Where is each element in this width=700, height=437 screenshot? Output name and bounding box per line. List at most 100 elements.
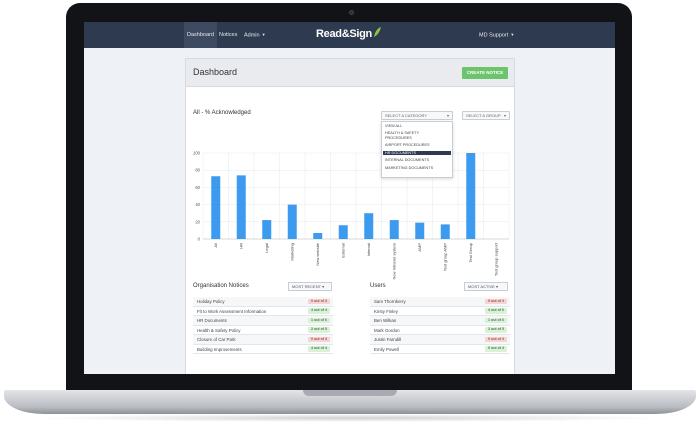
org-notices-title: Organisation Notices [193, 283, 249, 289]
chevron-down-icon: ▾ [446, 113, 449, 118]
list-item-label: Fit to Work Assessment Information [197, 308, 267, 314]
x-tick-label: New Intranet system [391, 242, 396, 279]
list-item[interactable]: Sam Thornberry 0 out of 3 [370, 297, 510, 307]
chevron-down-icon: ▾ [322, 284, 325, 289]
chevron-down-icon: ▾ [495, 284, 498, 289]
chart-bar [389, 220, 399, 239]
chart-bar [313, 232, 323, 239]
list-item-label: Health & Safety Policy [197, 327, 241, 333]
camera [349, 10, 354, 15]
y-tick-label: 100 [193, 151, 201, 156]
users-filter-value: MOST ACTIVE [468, 284, 495, 289]
nav-admin-label: Admin [244, 32, 260, 39]
chart-bar [364, 213, 374, 239]
x-tick-label: HR [238, 243, 243, 249]
list-item-label: Sam Thornberry [374, 299, 406, 304]
x-tick-label: Marketing [289, 243, 294, 261]
status-badge: 0 out of 4 [485, 346, 507, 352]
status-badge: 0 out of 3 [485, 298, 507, 305]
x-tick-label: All [213, 243, 218, 248]
chart-bar [338, 225, 348, 239]
dropdown-option[interactable]: PROCEDURES [383, 136, 451, 141]
group-select-value: SELECT A GROUP [466, 113, 501, 118]
list-item-label: Ben Wilkan [374, 318, 397, 323]
x-tick-label: Test group AMP [442, 243, 447, 272]
dashboard-panel: Dashboard CREATE NOTICE All - % Acknowle… [185, 58, 515, 374]
nav-dashboard[interactable]: Dashboard [184, 22, 217, 48]
x-tick-label: External [340, 243, 345, 258]
group-select[interactable]: SELECT A GROUP ▾ [462, 111, 510, 120]
x-tick-label: Test Group [468, 242, 473, 262]
y-tick-label: 20 [195, 219, 200, 224]
x-tick-label: Legal [264, 243, 269, 253]
chart-bar [236, 175, 246, 239]
list-item[interactable]: Fit to Work Assessment Information 4 out … [193, 306, 333, 316]
status-badge: 2 out of 5 [485, 327, 507, 333]
users-filter[interactable]: MOST ACTIVE ▾ [464, 282, 508, 291]
acknowledged-bar-chart: 0 20 40 60 80 100 All HR Legal Marketing New websi… [193, 151, 510, 279]
status-badge: 1 out of 6 [485, 317, 507, 324]
brand-logo[interactable]: Read&Sign [316, 28, 372, 40]
dropdown-option[interactable]: AIRPORT PROCEDURES [383, 143, 451, 148]
list-item-label: Building Improvements [197, 346, 242, 352]
users-list: Sam Thornberry 0 out of 3 Kirsty Finley 4 o… [370, 297, 510, 354]
list-item-label: Holiday Policy [197, 299, 225, 304]
org-notices-list: Holiday Policy 0 out of 3 Fit to Work Asse… [193, 297, 333, 354]
x-tick-label: Test group support [493, 242, 498, 276]
x-tick-label: New website [315, 242, 320, 265]
list-item-label: Kirsty Finley [374, 308, 398, 314]
list-item[interactable]: Mark Gordon 2 out of 5 [370, 325, 510, 335]
users-title: Users [370, 283, 386, 289]
status-badge: 0 out of 3 [485, 336, 507, 343]
list-item-label: HR Documents [197, 318, 227, 323]
user-menu[interactable]: MD Support ▼ [476, 22, 517, 48]
chart-bar [415, 222, 425, 239]
list-item[interactable]: Health & Safety Policy 2 out of 5 [193, 325, 333, 335]
y-tick-label: 60 [195, 185, 200, 190]
x-tick-label: AMP [417, 243, 422, 252]
status-badge: 0 out of 3 [308, 298, 330, 305]
list-item[interactable]: Ben Wilkan 1 out of 6 [370, 316, 510, 326]
chart-bar [287, 204, 297, 239]
status-badge: 4 out of 4 [308, 308, 330, 314]
list-item[interactable]: Closure of Car Park 0 out of 3 [193, 335, 333, 345]
org-notices-filter[interactable]: MOST RECENT ▾ [288, 282, 332, 291]
status-badge: 4 out of 4 [308, 346, 330, 352]
dropdown-option[interactable]: INTERNAL DOCUMENTS [383, 158, 451, 163]
y-tick-label: 40 [195, 202, 200, 207]
y-tick-label: 0 [198, 237, 201, 242]
nav-admin[interactable]: Admin ▼ [241, 22, 269, 48]
chevron-down-icon: ▼ [261, 32, 266, 37]
list-item[interactable]: Holiday Policy 0 out of 3 [193, 297, 333, 307]
list-item[interactable]: HR Documents 1 out of 6 [193, 316, 333, 326]
top-nav: Dashboard Notices Admin ▼ Read&Sign MD Su… [84, 22, 615, 48]
list-item-label: Emily Powell [374, 346, 399, 352]
category-select[interactable]: SELECT A CATEGORY ▾ [381, 111, 453, 120]
list-item[interactable]: Kirsty Finley 4 out of 6 [370, 306, 510, 316]
dropdown-option[interactable]: VIEW ALL [383, 124, 451, 129]
list-item[interactable]: Building Improvements 4 out of 4 [193, 344, 333, 354]
list-item[interactable]: Emily Powell 0 out of 4 [370, 344, 510, 354]
dropdown-option[interactable]: MARKETING DOCUMENTS [383, 166, 451, 171]
list-item-label: Mark Gordon [374, 327, 400, 333]
chart-bar [466, 153, 476, 239]
status-badge: 1 out of 6 [308, 317, 330, 324]
laptop-shadow [30, 414, 670, 422]
chevron-down-icon: ▼ [510, 32, 515, 37]
chart-bar [211, 176, 221, 239]
screen: Dashboard Notices Admin ▼ Read&Sign MD Su… [84, 22, 615, 374]
chevron-down-icon: ▾ [503, 113, 506, 118]
list-item[interactable]: Justin Farndill 0 out of 3 [370, 335, 510, 345]
org-notices-filter-value: MOST RECENT [292, 284, 321, 289]
x-tick-label: Internal [366, 243, 371, 256]
leaf-icon [374, 27, 381, 37]
chart-bar [262, 220, 272, 239]
chart-bar [440, 224, 450, 239]
user-name: MD Support [479, 32, 509, 39]
status-badge: 2 out of 5 [308, 327, 330, 333]
y-tick-label: 80 [195, 168, 200, 173]
dropdown-option-selected[interactable]: HR DOCUMENTS [383, 150, 451, 155]
list-item-label: Closure of Car Park [197, 337, 236, 342]
nav-notices[interactable]: Notices [216, 22, 240, 48]
laptop-notch [303, 390, 397, 396]
